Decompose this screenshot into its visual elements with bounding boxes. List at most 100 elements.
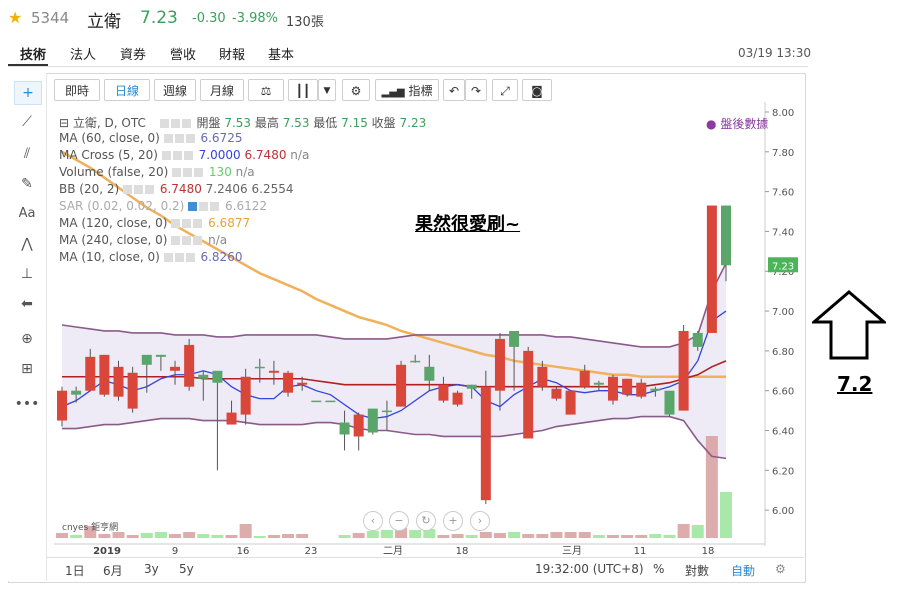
- x-tick-label: 11: [634, 546, 647, 557]
- percent-toggle[interactable]: %: [653, 562, 664, 576]
- legend-visibility-icon[interactable]: [163, 253, 173, 262]
- bollinger-band-fill: [62, 263, 726, 459]
- volume-bar: [592, 535, 605, 538]
- dot-icon: ●: [706, 117, 717, 131]
- range-1d-button[interactable]: 1日: [65, 562, 85, 579]
- low-label: 最低: [313, 116, 338, 130]
- volume-bar: [366, 531, 379, 538]
- legend-value: 6.2554: [251, 182, 294, 196]
- legend-visibility-icon[interactable]: [172, 168, 182, 177]
- scroll-left-icon[interactable]: ‹: [363, 511, 383, 531]
- legend-name: BB (20, 2): [59, 182, 120, 196]
- candle-body: [523, 350, 534, 439]
- legend-settings-icon[interactable]: [174, 134, 184, 143]
- legend-remove-icon[interactable]: [193, 219, 203, 228]
- legend-remove-icon[interactable]: [185, 253, 195, 262]
- legend-visibility-icon[interactable]: [123, 185, 133, 194]
- legend-volume: Volume (false, 20) 130 n/a: [59, 165, 255, 179]
- legend-settings-icon[interactable]: [174, 253, 184, 262]
- legend-macross: MA Cross (5, 20) 7.0000 6.7480 n/a: [59, 148, 309, 162]
- symbol-label: 立衛, D, OTC: [72, 116, 146, 130]
- scroll-right-icon[interactable]: ›: [470, 511, 490, 531]
- auto-scale-toggle[interactable]: 自動: [731, 562, 755, 579]
- up-arrow-icon: [812, 290, 886, 360]
- y-tick-label: 7.40: [772, 227, 794, 238]
- x-tick-label: 二月: [383, 545, 403, 557]
- candle-body: [579, 370, 590, 387]
- volume-bar: [282, 534, 295, 538]
- time-axis: 2019 9 16 23 二月 18 三月 11 18: [93, 545, 714, 557]
- range-6m-button[interactable]: 6月: [103, 562, 123, 579]
- legend-visibility-icon[interactable]: [161, 151, 171, 160]
- arrow-label: 7.2: [837, 372, 873, 396]
- candle-body: [706, 205, 717, 333]
- close-value: 7.23: [399, 116, 427, 130]
- volume-bar: [621, 535, 634, 538]
- price-axis: 8.007.807.607.407.207.006.806.606.406.20…: [765, 108, 798, 517]
- volume-bar: [70, 535, 83, 538]
- legend-remove-icon[interactable]: [193, 236, 203, 245]
- legend-visibility-icon[interactable]: [163, 134, 173, 143]
- legend-remove-icon[interactable]: [183, 151, 193, 160]
- reset-icon[interactable]: ↻: [416, 511, 436, 531]
- candle-body: [410, 360, 421, 363]
- y-tick-label: 7.80: [772, 148, 794, 159]
- candle-body: [297, 382, 308, 385]
- legend-remove-icon[interactable]: [145, 185, 155, 194]
- candle-body: [57, 390, 67, 421]
- candle-body: [283, 372, 294, 393]
- legend-remove-icon[interactable]: [181, 119, 191, 128]
- candle-body: [452, 392, 463, 405]
- legend-name: MA (10, close, 0): [59, 250, 160, 264]
- collapse-icon[interactable]: ⊟: [59, 116, 69, 130]
- candle-body: [692, 332, 703, 347]
- legend-name: MA (60, close, 0): [59, 131, 160, 145]
- legend-value: n/a: [208, 233, 228, 247]
- x-tick-label: 16: [237, 546, 250, 557]
- legend-remove-icon[interactable]: [185, 134, 195, 143]
- candle-body: [494, 338, 505, 391]
- log-scale-toggle[interactable]: 對數: [685, 562, 709, 579]
- volume-bar: [578, 532, 591, 538]
- volume-bar: [225, 535, 238, 538]
- zoom-in-button-icon[interactable]: +: [443, 511, 463, 531]
- legend-settings-icon[interactable]: [182, 219, 192, 228]
- candle-body: [141, 354, 152, 365]
- legend-settings-icon[interactable]: [170, 119, 180, 128]
- legend-name: SAR (0.02, 0.02, 0.2): [59, 199, 185, 213]
- legend-settings-icon[interactable]: [172, 151, 182, 160]
- price-chart[interactable]: 8.007.807.607.407.207.006.806.606.406.20…: [0, 0, 900, 600]
- legend-settings-icon[interactable]: [134, 185, 144, 194]
- legend-settings-icon[interactable]: [182, 236, 192, 245]
- candle-body: [240, 376, 251, 415]
- legend-settings-icon[interactable]: [183, 168, 193, 177]
- legend-visibility-icon[interactable]: [171, 236, 181, 245]
- gear-icon[interactable]: ⚙: [775, 562, 786, 576]
- volume-bar: [677, 524, 690, 538]
- volume-bar: [239, 524, 252, 538]
- legend-visibility-icon[interactable]: [188, 202, 198, 211]
- legend-ma120: MA (120, close, 0) 6.6877: [59, 216, 250, 230]
- candle-body: [381, 410, 392, 413]
- legend-ma60: MA (60, close, 0) 6.6725: [59, 131, 242, 145]
- legend-visibility-icon[interactable]: [171, 219, 181, 228]
- volume-bar: [98, 534, 111, 538]
- after-hours-link[interactable]: ● 盤後數據: [706, 115, 768, 132]
- legend-settings-icon[interactable]: [199, 202, 209, 211]
- legend-remove-icon[interactable]: [194, 168, 204, 177]
- legend-value: 6.6877: [208, 216, 251, 230]
- legend-remove-icon[interactable]: [210, 202, 220, 211]
- candle-body: [622, 378, 633, 395]
- x-tick-label: 18: [456, 546, 469, 557]
- high-label: 最高: [254, 116, 279, 130]
- volume-bar: [606, 535, 619, 538]
- volume-bar: [183, 532, 196, 538]
- volume-bar: [720, 492, 732, 538]
- range-5y-button[interactable]: 5y: [179, 562, 194, 576]
- legend-visibility-icon[interactable]: [159, 119, 169, 128]
- candle-body: [184, 344, 195, 387]
- zoom-out-icon[interactable]: −: [389, 511, 409, 531]
- range-3y-button[interactable]: 3y: [144, 562, 159, 576]
- chart-footer: 1日 6月 3y 5y 19:32:00 (UTC+8) % 對數 自動 ⚙: [47, 557, 804, 582]
- volume-bar: [211, 535, 224, 538]
